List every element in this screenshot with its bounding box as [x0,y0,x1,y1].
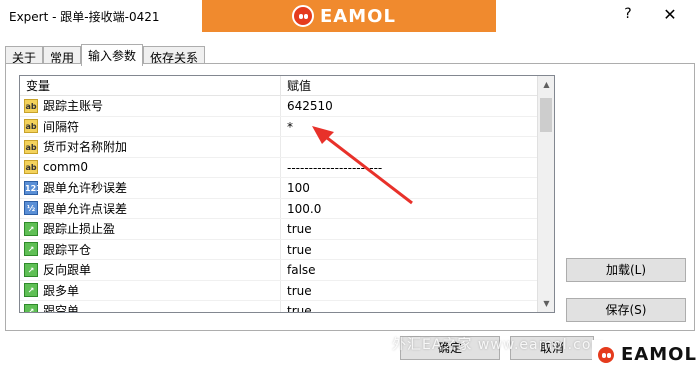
integer-type-icon: 123 [24,180,42,195]
param-row[interactable]: ↗ 反向跟单 false [20,260,554,281]
bool-type-icon: ↗ [24,303,38,312]
param-row[interactable]: 123 跟单允许秒误差 100 [20,178,554,199]
param-row[interactable]: ab 跟踪主账号 642510 [20,96,554,117]
help-button[interactable]: ? [618,6,638,26]
param-name: 跟单允许点误差 [43,201,128,216]
param-value[interactable]: true [281,301,537,312]
param-value[interactable]: 642510 [281,96,537,116]
param-name: 间隔符 [43,119,80,134]
corner-brand-name: EAMOL [621,344,697,365]
param-name: 跟单允许秒误差 [43,181,128,196]
param-value[interactable]: 100.0 [281,199,537,219]
param-row[interactable]: ↗ 跟空单 true [20,301,554,313]
scroll-thumb[interactable] [540,98,552,132]
param-row[interactable]: ↗ 跟踪平仓 true [20,239,554,260]
tab-inputs[interactable]: 输入参数 [81,44,144,66]
title-bar: Expert - 跟单-接收端-0421 EAMOL ? ✕ [0,0,700,32]
bool-type-icon: ↗ [24,283,38,298]
string-type-icon: ab [24,98,38,113]
param-row[interactable]: ½ 跟单允许点误差 100.0 [20,198,554,219]
string-type-icon: ab [24,160,38,175]
param-value[interactable]: true [281,240,537,260]
param-name: 跟多单 [43,283,80,298]
eamol-logo-icon [292,5,314,27]
save-button[interactable]: 保存(S) [566,298,686,322]
vertical-scrollbar[interactable]: ▲ ▼ [537,76,554,312]
parameter-grid: 变量 赋值 ab 跟踪主账号 642510 ab 间隔符 * ab 货币对名称附加 a… [19,75,555,313]
param-name: 跟踪止损止盈 [43,222,116,237]
param-name: comm0 [43,160,88,175]
param-row[interactable]: ab 货币对名称附加 [20,137,554,158]
load-button[interactable]: 加载(L) [566,258,686,282]
param-value[interactable]: true [281,281,537,301]
eamol-logo-icon [596,344,616,365]
bool-type-icon: ↗ [24,242,38,257]
param-name: 跟踪主账号 [43,99,104,114]
tab-bar: 关于 常用 输入参数 依存关系 [5,44,206,66]
param-value[interactable]: * [281,117,537,137]
param-row[interactable]: ↗ 跟多单 true [20,280,554,301]
param-row[interactable]: ↗ 跟踪止损止盈 true [20,219,554,240]
corner-brand-logo: EAMOL [592,340,700,369]
cancel-button[interactable]: 取消 [510,336,594,360]
param-value[interactable]: true [281,219,537,239]
param-name: 货币对名称附加 [43,140,128,155]
bool-type-icon: ↗ [24,262,38,277]
scroll-up-icon[interactable]: ▲ [538,76,554,93]
close-button[interactable]: ✕ [660,5,680,25]
bool-type-icon: ↗ [24,221,38,236]
window-title: Expert - 跟单-接收端-0421 [9,10,160,24]
param-value[interactable]: false [281,260,537,280]
param-row[interactable]: ab comm0 ---------------------- [20,157,554,178]
header-variable[interactable]: 变量 [20,76,281,95]
brand-logo: EAMOL [292,5,396,27]
grid-header: 变量 赋值 [20,76,554,96]
tab-panel: 变量 赋值 ab 跟踪主账号 642510 ab 间隔符 * ab 货币对名称附加 a… [5,63,695,331]
param-name: 反向跟单 [43,263,92,278]
param-value[interactable]: 100 [281,178,537,198]
brand-banner: EAMOL [202,0,496,32]
string-type-icon: ab [24,139,38,154]
scroll-down-icon[interactable]: ▼ [538,295,554,312]
ok-button[interactable]: 确定 [400,336,500,360]
header-value[interactable]: 赋值 [281,76,537,95]
param-row[interactable]: ab 间隔符 * [20,116,554,137]
double-type-icon: ½ [24,201,38,216]
param-value[interactable]: ---------------------- [281,158,537,178]
brand-name: EAMOL [320,5,396,27]
param-name: 跟空单 [43,304,80,313]
param-value[interactable] [281,137,537,157]
param-name: 跟踪平仓 [43,242,92,257]
string-type-icon: ab [24,119,38,134]
